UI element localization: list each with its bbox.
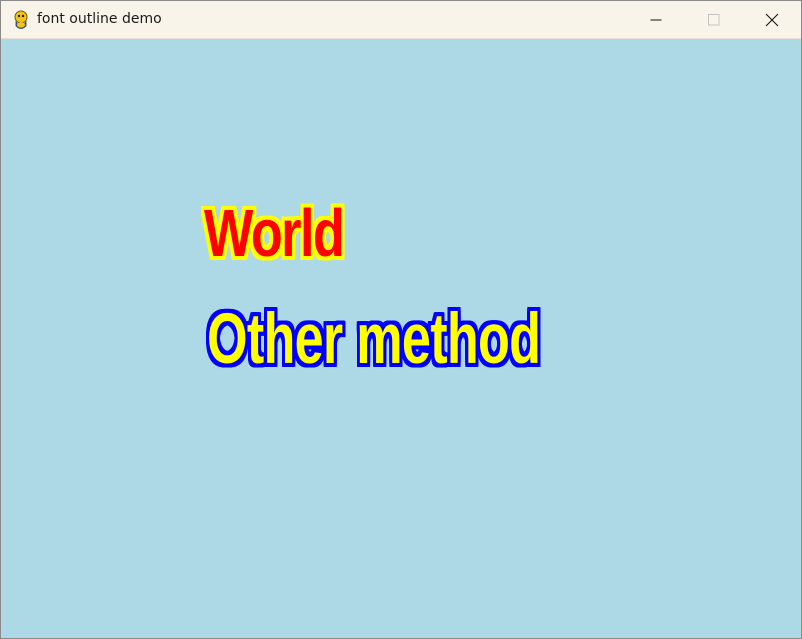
window-title: font outline demo (37, 11, 162, 27)
close-button[interactable] (743, 1, 801, 38)
outlined-text-world: World (204, 196, 345, 271)
title-bar[interactable]: font outline demo (1, 1, 801, 39)
outlined-text-other-method: Other method (207, 300, 541, 379)
close-icon (765, 13, 779, 26)
minimize-icon (650, 19, 662, 20)
game-canvas[interactable]: World Other method (1, 39, 801, 638)
python-snake-icon (14, 10, 28, 29)
minimize-button[interactable] (627, 1, 685, 38)
app-window: font outline demo World Other method (0, 0, 802, 639)
maximize-icon (708, 13, 720, 25)
maximize-button[interactable] (685, 1, 743, 38)
